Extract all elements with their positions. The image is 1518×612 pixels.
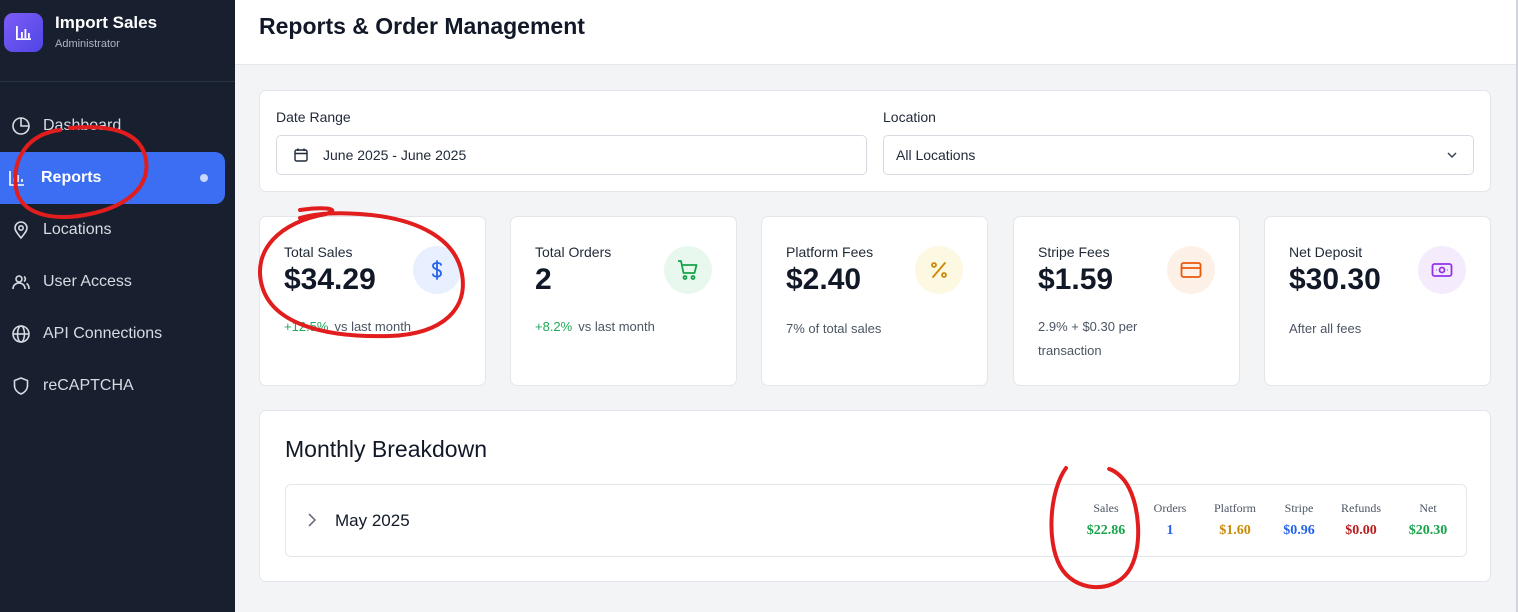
stat-label: Net Deposit (1289, 244, 1363, 260)
stat-label: Stripe Fees (1038, 244, 1110, 260)
col-label: Stripe (1284, 501, 1314, 515)
sidebar-item-label: Locations (43, 221, 112, 238)
stat-card-platform-fees: Platform Fees $2.40 7% of total sales (761, 216, 988, 386)
sidebar-item-user-access[interactable]: User Access (0, 256, 235, 308)
month-col-stripe: Stripe $0.96 (1274, 501, 1324, 539)
sidebar-item-api-connections[interactable]: API Connections (0, 308, 235, 360)
monthly-breakdown-card: Monthly Breakdown May 2025 Sales $22.86 … (259, 410, 1491, 582)
col-label: Net (1419, 501, 1437, 515)
sidebar: Import Sales Administrator Dashboard Rep… (0, 0, 235, 612)
app-title: Import Sales (55, 13, 158, 32)
globe-icon (10, 323, 32, 345)
page-title: Reports & Order Management (259, 13, 585, 39)
stat-note: +8.2% vs last month (535, 315, 715, 339)
section-title: Monthly Breakdown (285, 436, 487, 462)
stat-label: Total Orders (535, 244, 612, 260)
col-value: $20.30 (1408, 523, 1448, 538)
users-icon (10, 271, 32, 293)
stat-note: After all fees (1289, 321, 1362, 336)
stat-note: 7% of total sales (786, 321, 882, 336)
sidebar-item-recaptcha[interactable]: reCAPTCHA (0, 360, 235, 412)
shield-icon (10, 375, 32, 397)
stat-card-net-deposit: Net Deposit $30.30 After all fees (1264, 216, 1491, 386)
chevron-down-icon (1445, 148, 1459, 165)
month-col-net: Net $20.30 (1398, 501, 1458, 539)
stat-card-total-orders: Total Orders 2 +8.2% vs last month (510, 216, 737, 386)
stat-value: $30.30 (1289, 263, 1381, 296)
col-value: $22.86 (1086, 523, 1126, 538)
location-select[interactable]: All Locations (883, 135, 1474, 175)
stat-value: $1.59 (1038, 263, 1114, 296)
stat-value: 2 (535, 263, 552, 296)
app-logo-icon (4, 13, 43, 52)
sidebar-nav: Dashboard Reports Locations User Access (0, 100, 235, 412)
brand: Import Sales Administrator (0, 0, 235, 82)
cart-icon (664, 246, 712, 294)
stat-label: Platform Fees (786, 244, 874, 260)
user-role: Administrator (55, 38, 120, 50)
sidebar-item-label: User Access (43, 273, 132, 290)
percent-icon (915, 246, 963, 294)
stat-note-text: vs last month (334, 319, 412, 334)
filter-card: Date Range June 2025 - June 2025 Locatio… (259, 90, 1491, 192)
stat-note: +12.5% vs last month (284, 315, 464, 339)
stat-card-stripe-fees: Stripe Fees $1.59 2.9% + $0.30 per trans… (1013, 216, 1240, 386)
col-label: Refunds (1341, 501, 1381, 515)
col-value: 1 (1166, 523, 1174, 538)
month-col-orders: Orders 1 (1144, 501, 1196, 539)
date-range-value: June 2025 - June 2025 (323, 147, 467, 163)
sidebar-item-dashboard[interactable]: Dashboard (0, 100, 235, 152)
date-range-picker[interactable]: June 2025 - June 2025 (276, 135, 867, 175)
chevron-right-icon[interactable] (305, 512, 319, 533)
active-indicator-dot (200, 174, 208, 182)
month-col-sales: Sales $22.86 (1076, 501, 1136, 539)
calendar-icon (293, 147, 309, 163)
location-label: Location (883, 109, 936, 125)
stat-change: +8.2% (535, 319, 573, 334)
col-label: Sales (1093, 501, 1119, 515)
dollar-icon (413, 246, 461, 294)
bar-chart-icon (6, 167, 28, 189)
month-col-refunds: Refunds $0.00 (1333, 501, 1389, 539)
sidebar-item-label: reCAPTCHA (43, 377, 134, 394)
stat-value: $34.29 (284, 263, 376, 296)
page-header: Reports & Order Management (235, 0, 1516, 65)
stat-note-text: vs last month (578, 319, 655, 334)
col-value: $0.96 (1283, 523, 1315, 538)
credit-card-icon (1167, 246, 1215, 294)
sidebar-item-label: Reports (41, 169, 102, 186)
sidebar-item-locations[interactable]: Locations (0, 204, 235, 256)
month-col-platform: Platform $1.60 (1204, 501, 1266, 539)
date-range-label: Date Range (276, 109, 351, 125)
pie-chart-icon (10, 115, 32, 137)
stat-label: Total Sales (284, 244, 353, 260)
col-label: Platform (1214, 501, 1256, 515)
col-label: Orders (1153, 501, 1187, 515)
col-value: $0.00 (1345, 523, 1377, 538)
stat-card-total-sales: Total Sales $34.29 +12.5% vs last month (259, 216, 486, 386)
sidebar-item-reports[interactable]: Reports (0, 152, 225, 204)
sidebar-item-label: Dashboard (43, 117, 122, 134)
stat-change: +12.5% (284, 319, 329, 334)
location-value: All Locations (896, 147, 976, 163)
sidebar-item-label: API Connections (43, 325, 163, 342)
month-row[interactable]: May 2025 Sales $22.86 Orders 1 Platform … (285, 484, 1467, 557)
stat-note: 2.9% + $0.30 per transaction (1038, 319, 1138, 358)
month-name: May 2025 (335, 511, 410, 530)
map-pin-icon (10, 219, 32, 241)
stat-value: $2.40 (786, 263, 862, 296)
col-value: $1.60 (1219, 523, 1251, 538)
money-icon (1418, 246, 1466, 294)
